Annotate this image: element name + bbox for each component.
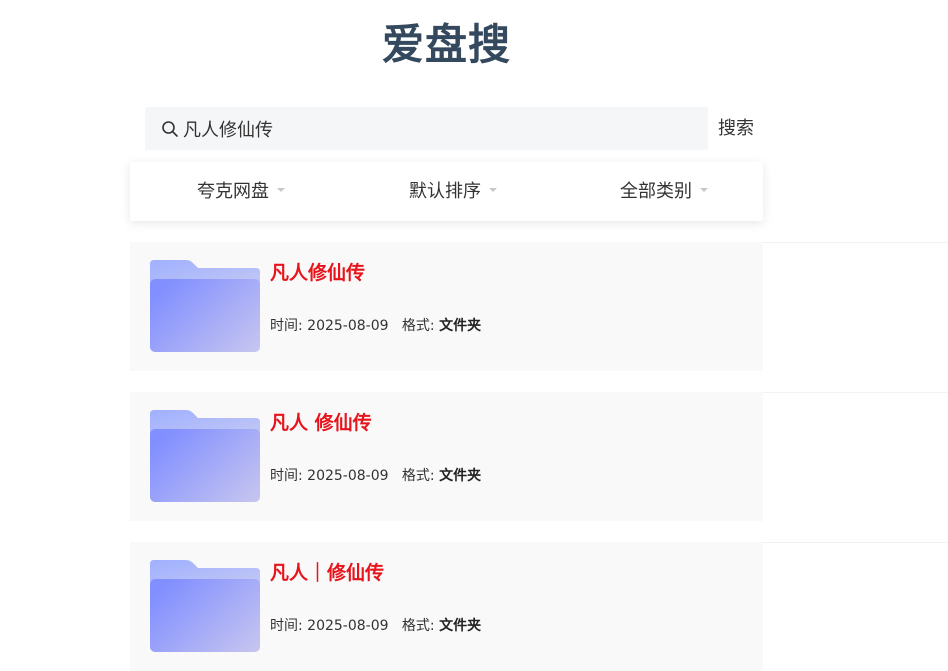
drive-filter-label: 夸克网盘 [197, 181, 269, 202]
sort-filter-label: 默认排序 [409, 181, 481, 202]
result-meta: 时间: 2025-08-09 格式: 文件夹 [270, 465, 481, 485]
result-meta: 时间: 2025-08-09 格式: 文件夹 [270, 315, 481, 335]
result-row-extension [763, 392, 948, 521]
format-value: 文件夹 [439, 618, 482, 634]
folder-icon [150, 260, 260, 352]
chevron-down-icon [277, 188, 285, 192]
filter-bar: 夸克网盘 默认排序 全部类别 [130, 162, 763, 221]
search-button[interactable]: 搜索 [712, 107, 760, 150]
time-label: 时间: [270, 468, 303, 484]
format-label: 格式: [401, 618, 435, 634]
drive-filter-dropdown[interactable]: 夸克网盘 [197, 162, 285, 221]
category-filter-label: 全部类别 [620, 181, 692, 202]
result-row-extension [763, 242, 948, 371]
page-title: 爱盘搜 [381, 20, 511, 69]
chevron-down-icon [700, 188, 708, 192]
result-title[interactable]: 凡人｜修仙传 [270, 558, 384, 585]
chevron-down-icon [489, 188, 497, 192]
sort-filter-dropdown[interactable]: 默认排序 [409, 162, 497, 221]
format-value: 文件夹 [439, 318, 482, 334]
search-icon [162, 121, 178, 137]
result-meta: 时间: 2025-08-09 格式: 文件夹 [270, 615, 481, 635]
result-item[interactable]: 凡人 修仙传 时间: 2025-08-09 格式: 文件夹 [130, 392, 763, 521]
result-title[interactable]: 凡人 修仙传 [270, 408, 372, 435]
format-label: 格式: [401, 468, 435, 484]
result-item[interactable]: 凡人修仙传 时间: 2025-08-09 格式: 文件夹 [130, 242, 763, 371]
result-title[interactable]: 凡人修仙传 [270, 258, 365, 285]
result-row-extension [763, 542, 948, 671]
search-input[interactable] [183, 107, 693, 150]
folder-icon [150, 410, 260, 502]
search-box[interactable] [145, 107, 708, 150]
category-filter-dropdown[interactable]: 全部类别 [620, 162, 708, 221]
folder-icon [150, 560, 260, 652]
format-label: 格式: [401, 318, 435, 334]
time-label: 时间: [270, 318, 303, 334]
time-value: 2025-08-09 [307, 618, 389, 634]
time-value: 2025-08-09 [307, 468, 389, 484]
format-value: 文件夹 [439, 468, 482, 484]
result-item[interactable]: 凡人｜修仙传 时间: 2025-08-09 格式: 文件夹 [130, 542, 763, 671]
time-label: 时间: [270, 618, 303, 634]
time-value: 2025-08-09 [307, 318, 389, 334]
